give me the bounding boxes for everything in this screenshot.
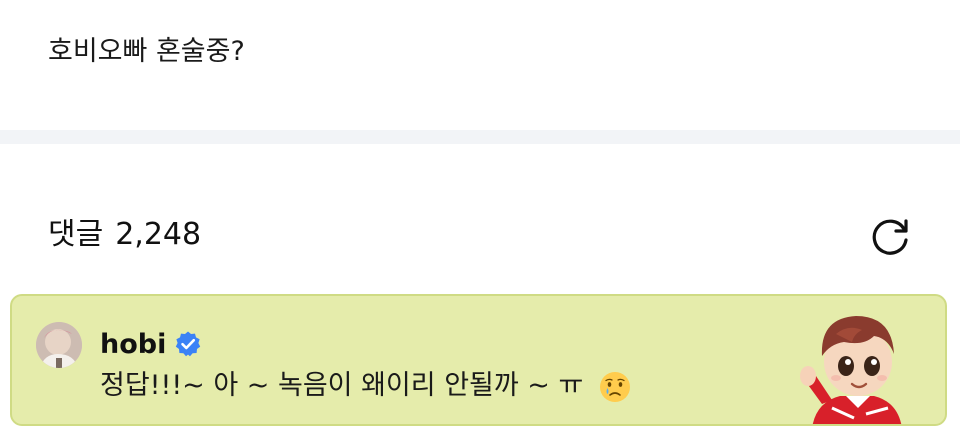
crying-face-icon <box>599 371 630 402</box>
verified-badge-icon <box>176 331 201 357</box>
avatar-photo-icon <box>36 322 82 368</box>
refresh-icon <box>872 219 908 255</box>
author-name[interactable]: hobi <box>100 329 166 360</box>
comments-header: 댓글 2,248 <box>48 212 201 258</box>
refresh-button[interactable] <box>864 210 916 262</box>
comments-label: 댓글 <box>48 217 104 252</box>
pinned-comment-card[interactable]: hobi 정답!!!~ 아 ~ 녹음이 왜이리 안될까 ~ ㅠ <box>10 294 947 426</box>
author-row: hobi <box>100 326 202 362</box>
comments-count: 2,248 <box>115 217 202 252</box>
character-sticker-icon <box>800 316 902 424</box>
comment-body: 정답!!!~ 아 ~ 녹음이 왜이리 안될까 ~ ㅠ <box>100 366 632 406</box>
comment-text: 정답!!!~ 아 ~ 녹음이 왜이리 안될까 ~ ㅠ <box>100 370 584 401</box>
section-divider <box>0 130 960 144</box>
avatar[interactable] <box>36 322 82 368</box>
post-text: 호비오빠 혼술중? <box>48 36 245 67</box>
